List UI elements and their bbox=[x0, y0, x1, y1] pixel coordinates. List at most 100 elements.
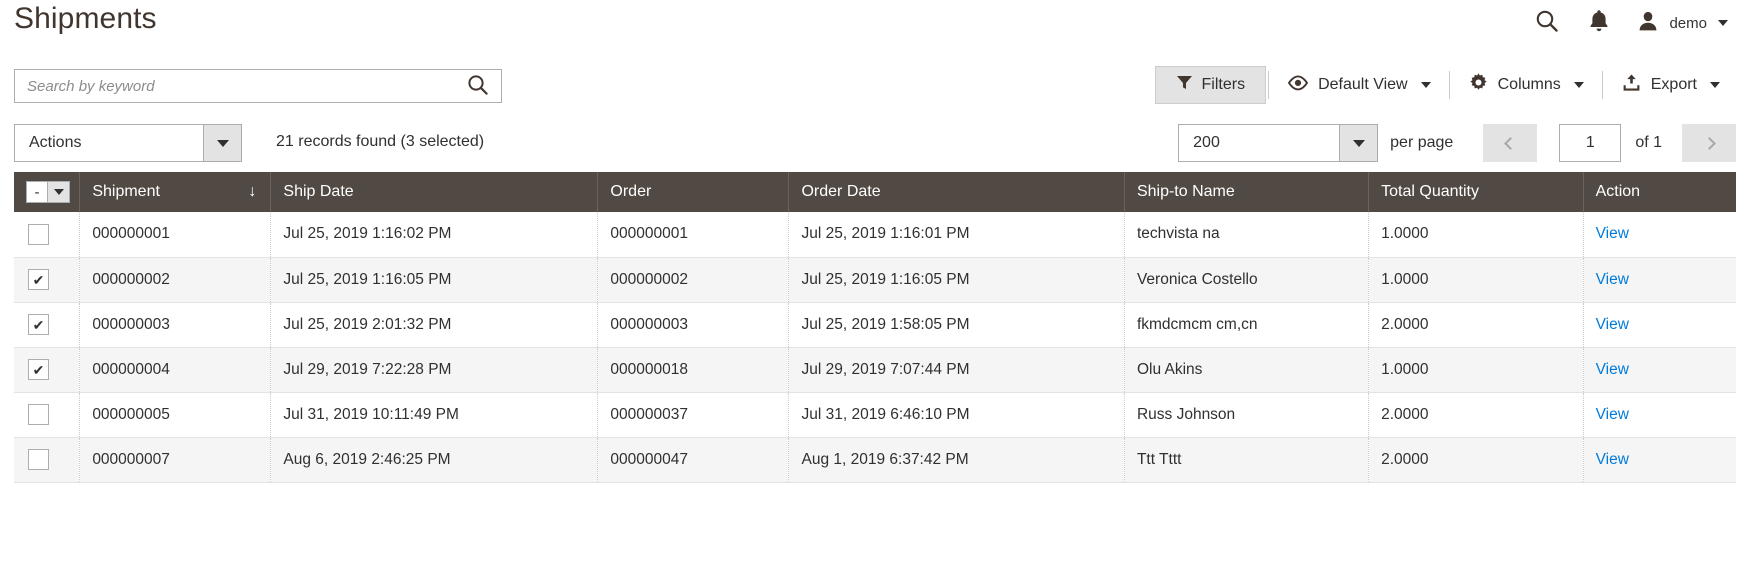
column-header-total-quantity[interactable]: Total Quantity bbox=[1368, 172, 1584, 212]
filters-button[interactable]: Filters bbox=[1154, 66, 1267, 104]
records-found-label: 21 records found (3 selected) bbox=[276, 133, 485, 150]
grid-control-bar: Filters Default View Columns Export bbox=[1154, 66, 1736, 104]
row-checkbox[interactable]: ✔ bbox=[28, 359, 49, 380]
export-label: Export bbox=[1650, 76, 1697, 93]
chevron-right-icon bbox=[1702, 136, 1716, 150]
cell-total-quantity: 1.0000 bbox=[1368, 212, 1584, 258]
cell-order: 000000002 bbox=[597, 257, 790, 303]
cell-ship-to-name: Ttt Tttt bbox=[1124, 437, 1370, 483]
mass-select-checkbox[interactable]: - bbox=[26, 181, 48, 203]
cell-shipment: 000000005 bbox=[79, 392, 272, 438]
global-search-button[interactable] bbox=[1521, 6, 1573, 40]
gear-icon bbox=[1468, 72, 1489, 98]
cell-ship-date: Jul 25, 2019 1:16:02 PM bbox=[270, 212, 599, 258]
cell-order: 000000037 bbox=[597, 392, 790, 438]
table-row[interactable]: ✔ 000000002 Jul 25, 2019 1:16:05 PM 0000000… bbox=[14, 257, 1736, 303]
cell-total-quantity: 2.0000 bbox=[1368, 437, 1584, 483]
user-menu-button[interactable]: demo bbox=[1625, 6, 1734, 40]
view-link[interactable]: View bbox=[1596, 225, 1629, 242]
select-all-header[interactable]: - bbox=[14, 172, 81, 212]
cell-ship-to-name: Russ Johnson bbox=[1124, 392, 1370, 438]
cell-order-date: Jul 29, 2019 7:07:44 PM bbox=[788, 347, 1125, 393]
table-row[interactable]: 000000007 Aug 6, 2019 2:46:25 PM 000000047… bbox=[14, 437, 1736, 483]
user-menu-label: demo bbox=[1669, 14, 1707, 32]
row-select-cell[interactable] bbox=[14, 437, 81, 483]
caret-down-icon[interactable] bbox=[1339, 125, 1378, 161]
cell-action: View bbox=[1583, 437, 1736, 483]
column-header-order-date[interactable]: Order Date bbox=[788, 172, 1125, 212]
export-button[interactable]: Export bbox=[1605, 66, 1736, 104]
table-row[interactable]: 000000001 Jul 25, 2019 1:16:02 PM 00000000… bbox=[14, 212, 1736, 258]
cell-order: 000000001 bbox=[597, 212, 790, 258]
row-select-cell[interactable]: ✔ bbox=[14, 347, 81, 393]
search-submit-button[interactable] bbox=[455, 70, 501, 102]
keyword-search[interactable] bbox=[14, 69, 502, 103]
cell-order-date: Aug 1, 2019 6:37:42 PM bbox=[788, 437, 1125, 483]
column-header-ship-to-name[interactable]: Ship-to Name bbox=[1124, 172, 1370, 212]
cell-total-quantity: 2.0000 bbox=[1368, 302, 1584, 348]
next-page-button[interactable] bbox=[1682, 124, 1736, 162]
mass-actions-select[interactable]: Actions bbox=[14, 124, 242, 162]
search-icon bbox=[1534, 8, 1560, 39]
view-link[interactable]: View bbox=[1596, 271, 1629, 288]
caret-down-icon[interactable] bbox=[203, 125, 241, 161]
chevron-down-icon bbox=[1420, 82, 1431, 88]
notifications-button[interactable] bbox=[1573, 6, 1625, 40]
view-link[interactable]: View bbox=[1596, 361, 1629, 378]
cell-order: 000000003 bbox=[597, 302, 790, 348]
cell-ship-to-name: fkmdcmcm cm,cn bbox=[1124, 302, 1370, 348]
cell-shipment: 000000004 bbox=[79, 347, 272, 393]
view-link[interactable]: View bbox=[1596, 451, 1629, 468]
row-checkbox[interactable]: ✔ bbox=[28, 269, 49, 290]
row-checkbox[interactable] bbox=[28, 404, 49, 425]
row-select-cell[interactable] bbox=[14, 212, 81, 258]
row-select-cell[interactable] bbox=[14, 392, 81, 438]
search-input[interactable] bbox=[15, 70, 455, 102]
column-header-shipment[interactable]: Shipment ↓ bbox=[79, 172, 272, 212]
pagination: 200 per page of 1 bbox=[1178, 124, 1736, 162]
cell-ship-to-name: Olu Akins bbox=[1124, 347, 1370, 393]
column-label: Order bbox=[610, 183, 652, 200]
row-checkbox[interactable]: ✔ bbox=[28, 314, 49, 335]
total-pages-label: of 1 bbox=[1635, 134, 1662, 151]
table-row[interactable]: ✔ 000000004 Jul 29, 2019 7:22:28 PM 0000000… bbox=[14, 347, 1736, 393]
cell-action: View bbox=[1583, 257, 1736, 303]
cell-action: View bbox=[1583, 302, 1736, 348]
column-header-ship-date[interactable]: Ship Date bbox=[270, 172, 599, 212]
view-link[interactable]: View bbox=[1596, 316, 1629, 333]
chevron-left-icon bbox=[1503, 136, 1517, 150]
column-label: Total Quantity bbox=[1381, 183, 1479, 200]
column-header-action: Action bbox=[1583, 172, 1736, 212]
row-checkbox[interactable] bbox=[28, 449, 49, 470]
cell-action: View bbox=[1583, 392, 1736, 438]
cell-ship-date: Jul 29, 2019 7:22:28 PM bbox=[270, 347, 599, 393]
per-page-label: per page bbox=[1390, 134, 1454, 151]
grid-header-row: - Shipment ↓ Ship Date Order Order Date bbox=[14, 172, 1736, 212]
filters-label: Filters bbox=[1201, 76, 1246, 93]
table-row[interactable]: 000000005 Jul 31, 2019 10:11:49 PM 0000000… bbox=[14, 392, 1736, 438]
row-select-cell[interactable]: ✔ bbox=[14, 257, 81, 303]
columns-button[interactable]: Columns bbox=[1452, 66, 1600, 104]
cell-order-date: Jul 31, 2019 6:46:10 PM bbox=[788, 392, 1125, 438]
mass-actions-value: Actions bbox=[29, 134, 82, 151]
caret-down-icon[interactable] bbox=[48, 181, 70, 203]
chevron-down-icon bbox=[1718, 20, 1728, 26]
table-row[interactable]: ✔ 000000003 Jul 25, 2019 2:01:32 PM 0000000… bbox=[14, 302, 1736, 348]
row-checkbox[interactable] bbox=[28, 223, 49, 245]
columns-label: Columns bbox=[1497, 76, 1561, 93]
view-bookmarks-button[interactable]: Default View bbox=[1271, 66, 1447, 104]
cell-order-date: Jul 25, 2019 1:58:05 PM bbox=[788, 302, 1125, 348]
search-icon bbox=[466, 73, 490, 100]
row-select-cell[interactable]: ✔ bbox=[14, 302, 81, 348]
column-label: Action bbox=[1595, 183, 1641, 200]
per-page-select[interactable]: 200 bbox=[1178, 124, 1379, 162]
column-header-order[interactable]: Order bbox=[597, 172, 790, 212]
previous-page-button[interactable] bbox=[1483, 124, 1538, 162]
cell-action: View bbox=[1583, 347, 1736, 393]
per-page-value: 200 bbox=[1193, 134, 1220, 151]
page-number-input[interactable] bbox=[1559, 124, 1622, 162]
cell-ship-date: Jul 31, 2019 10:11:49 PM bbox=[270, 392, 599, 438]
view-link[interactable]: View bbox=[1596, 406, 1629, 423]
cell-shipment: 000000007 bbox=[79, 437, 272, 483]
mass-select-control[interactable]: - bbox=[26, 181, 70, 203]
